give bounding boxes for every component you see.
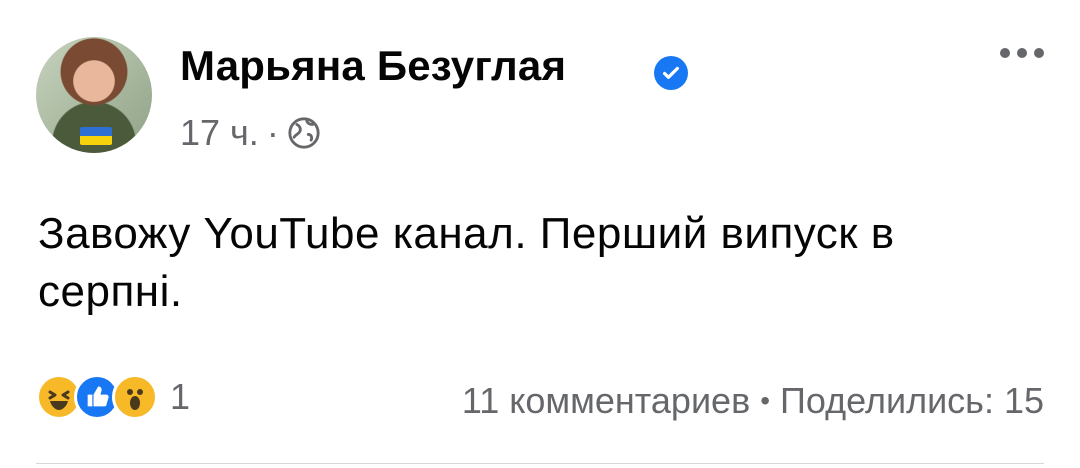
author-name[interactable]: Марьяна Безуглая: [180, 42, 566, 90]
ukraine-flag-icon: [80, 127, 112, 145]
shares-count[interactable]: Поделились: 15: [780, 380, 1044, 422]
post-time[interactable]: 17 ч.: [180, 112, 259, 154]
divider: [36, 463, 1044, 464]
globe-icon[interactable]: [287, 116, 321, 150]
reaction-count[interactable]: 1: [170, 376, 190, 418]
meta-dot: ·: [266, 112, 279, 153]
post-meta: 17 ч. ·: [180, 112, 321, 154]
avatar[interactable]: [36, 37, 152, 153]
stats-separator: •: [760, 385, 771, 416]
reactions[interactable]: 1: [36, 374, 190, 420]
post-text: Завожу YouTube канал. Перший випуск в се…: [38, 209, 895, 316]
more-options-icon[interactable]: [1000, 48, 1044, 58]
verified-badge-icon: [654, 56, 688, 90]
wow-reaction-icon: [112, 374, 158, 420]
post-stats: 11 комментариев • Поделились: 15: [462, 380, 1044, 422]
comments-count[interactable]: 11 комментариев: [462, 380, 750, 422]
